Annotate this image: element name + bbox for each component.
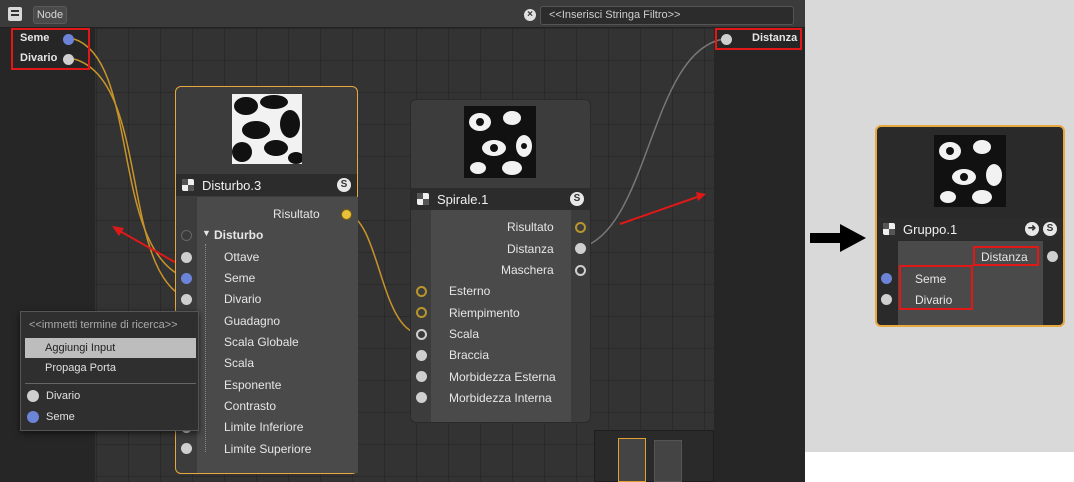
port-context-menu: <<immetti termine di ricerca>> Aggiungi … (20, 311, 199, 431)
spirale-input-port-braccia[interactable] (416, 350, 427, 361)
highlight-box-gruppo-inputs (899, 265, 973, 310)
solo-icon[interactable]: S (337, 178, 351, 192)
spirale-output-port-maschera[interactable] (575, 265, 586, 276)
annotation-arrowhead-right (696, 192, 706, 201)
spirale-preview (464, 106, 536, 178)
spirale-output-port-distanza[interactable] (575, 243, 586, 254)
spirale-title: Spirale.1 (437, 192, 489, 207)
spirale-node[interactable]: Spirale.1 S Risultato Distanza Maschera … (410, 99, 591, 423)
spirale-output-maschera: Maschera (501, 263, 554, 277)
disturbo-input-esponente: Esponente (224, 378, 282, 392)
solo-icon[interactable]: S (1043, 222, 1057, 236)
disturbo-input-guadagno: Guadagno (224, 314, 281, 328)
disturbo-input-seme: Seme (224, 271, 256, 285)
spirale-input-port-morbidezza-interna[interactable] (416, 392, 427, 403)
spirale-input-port-riempimento[interactable] (416, 307, 427, 318)
menu-port-divario[interactable]: Divario (46, 390, 80, 402)
editor-menu-icon[interactable] (8, 7, 22, 21)
tree-guide-line (205, 244, 206, 452)
node-menu-button[interactable]: Node (33, 6, 67, 24)
disturbo-group-port[interactable] (181, 230, 192, 241)
node-editor: Node × <<Inserisci Stringa Filtro>> Seme… (0, 0, 805, 482)
disturbo-node[interactable]: Disturbo.3 S Risultato ▼ Disturbo Ottave… (175, 86, 358, 474)
disturbo-output-label: Risultato (273, 207, 320, 221)
big-arrow-icon (810, 224, 866, 252)
menu-item-propaga-porta[interactable]: Propaga Porta (25, 358, 196, 378)
node-type-icon (417, 193, 429, 205)
disturbo-input-divario: Divario (224, 292, 262, 306)
spirale-output-risultato: Risultato (507, 220, 554, 234)
highlight-box-output-port (715, 28, 802, 50)
gruppo-output-port-distanza[interactable] (1047, 251, 1058, 262)
context-search-input[interactable]: <<immetti termine di ricerca>> (25, 316, 196, 334)
gruppo-preview (934, 135, 1006, 207)
menu-port-seme[interactable]: Seme (46, 411, 75, 423)
clear-filter-icon[interactable]: × (524, 9, 536, 21)
spirale-input-port-esterno[interactable] (416, 286, 427, 297)
annotation-arrowhead-left (112, 226, 124, 236)
gruppo-input-port-divario[interactable] (881, 294, 892, 305)
disturbo-input-ottave: Ottave (224, 250, 260, 264)
node-type-icon (182, 179, 194, 191)
spirale-input-morbidezza-interna: Morbidezza Interna (449, 391, 552, 405)
highlight-box-input-ports (11, 28, 90, 70)
spirale-input-braccia: Braccia (449, 348, 490, 362)
disturbo-input-limite-inferiore: Limite Inferiore (224, 420, 304, 434)
disturbo-title: Disturbo.3 (202, 178, 262, 193)
spirale-title-bar[interactable]: Spirale.1 S (411, 188, 590, 210)
node-type-icon (883, 223, 895, 235)
disturbo-group-label: Disturbo (214, 228, 264, 242)
editor-toolbar: Node × <<Inserisci Stringa Filtro>> (0, 0, 805, 28)
disturbo-input-limite-superiore: Limite Superiore (224, 442, 312, 456)
enter-group-icon[interactable]: ➜ (1025, 222, 1039, 236)
disturbo-input-port-ottave[interactable] (181, 252, 192, 263)
spirale-input-esterno: Esterno (449, 284, 491, 298)
disturbo-input-port-divario[interactable] (181, 294, 192, 305)
menu-port-icon-divario (27, 390, 39, 402)
spirale-input-riempimento: Riempimento (449, 306, 520, 320)
gruppo-node[interactable]: Gruppo.1 ➜ S Distanza Seme Divario (875, 125, 1065, 327)
solo-icon[interactable]: S (570, 192, 584, 206)
filter-input[interactable]: <<Inserisci Stringa Filtro>> (540, 6, 794, 25)
disturbo-preview (232, 94, 302, 164)
disturbo-output-port[interactable] (341, 209, 352, 220)
menu-divider (25, 383, 196, 384)
spirale-output-port-risultato[interactable] (575, 222, 586, 233)
spirale-input-scala: Scala (449, 327, 480, 341)
spirale-output-distanza: Distanza (507, 242, 554, 256)
annotation-arrow-right (619, 195, 701, 225)
menu-item-aggiungi-input[interactable]: Aggiungi Input (25, 338, 196, 358)
disturbo-title-bar[interactable]: Disturbo.3 S (176, 174, 357, 196)
disturbo-input-contrasto: Contrasto (224, 399, 277, 413)
disturbo-input-scala: Scala (224, 356, 255, 370)
disturbo-input-scala-globale: Scala Globale (224, 335, 299, 349)
gruppo-title-bar[interactable]: Gruppo.1 ➜ S (877, 218, 1063, 240)
highlight-box-gruppo-output (973, 246, 1039, 266)
spirale-input-morbidezza-esterna: Morbidezza Esterna (449, 370, 556, 384)
menu-port-icon-seme (27, 411, 39, 423)
wire-distanza (579, 38, 725, 249)
gruppo-input-port-seme[interactable] (881, 273, 892, 284)
gruppo-title: Gruppo.1 (903, 222, 958, 237)
collapse-triangle-icon[interactable]: ▼ (202, 228, 211, 238)
spirale-input-port-scala[interactable] (416, 329, 427, 340)
spirale-input-port-morbidezza-esterna[interactable] (416, 371, 427, 382)
disturbo-input-port-seme[interactable] (181, 273, 192, 284)
disturbo-input-port-limite-superiore[interactable] (181, 443, 192, 454)
